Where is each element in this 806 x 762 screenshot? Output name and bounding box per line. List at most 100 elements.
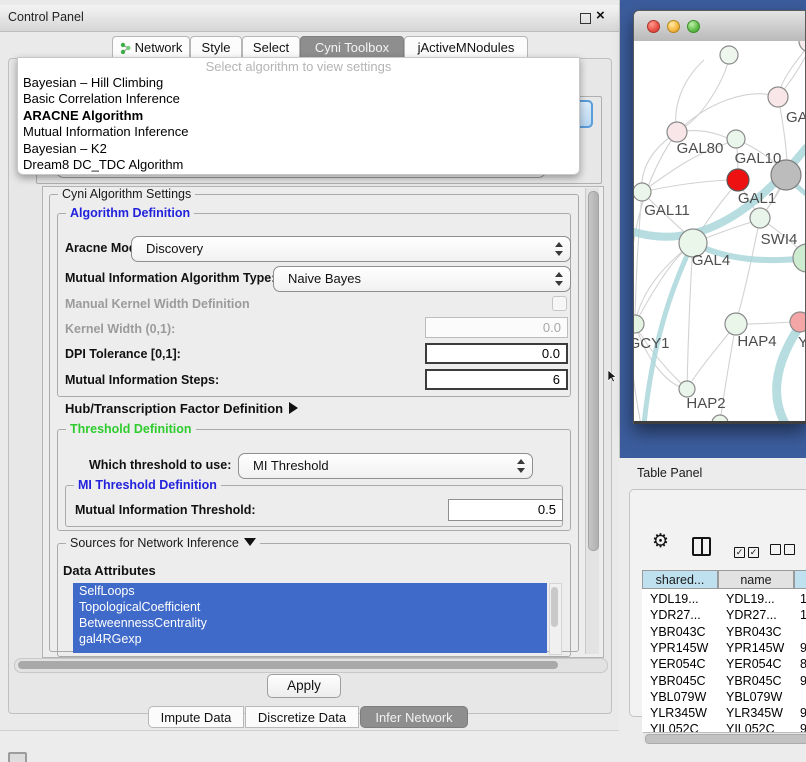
column-layout-icon[interactable]	[692, 537, 711, 556]
mi-threshold-title: MI Threshold Definition	[74, 478, 221, 492]
algorithm-option[interactable]: Bayesian – K2	[18, 141, 579, 157]
table-row[interactable]: YDR27... YDR27... 12	[642, 607, 806, 623]
tab-cyni-toolbox[interactable]: Cyni Toolbox	[300, 36, 404, 58]
network-node[interactable]	[750, 208, 770, 228]
tab-discretize-data[interactable]: Discretize Data	[245, 706, 359, 728]
network-edge[interactable]	[642, 180, 729, 192]
network-node[interactable]	[720, 46, 738, 64]
table-row[interactable]: YBR045CYBR045C9.	[642, 673, 806, 689]
network-edge[interactable]	[738, 218, 760, 315]
which-threshold-combobox[interactable]: MI Threshold	[238, 453, 533, 479]
table-cell: 9.	[800, 640, 806, 656]
table-cell: YBL079W	[726, 689, 794, 705]
table-column-header[interactable]: A	[794, 570, 806, 589]
data-attribute-item[interactable]: gal4RGexp	[73, 631, 547, 647]
network-edge[interactable]	[780, 44, 805, 90]
close-traffic-light[interactable]	[647, 20, 660, 33]
zoom-traffic-light[interactable]	[687, 20, 700, 33]
kernel-width-field[interactable]: 0.0	[425, 317, 568, 338]
network-canvas[interactable]: GALGAL80GAL10GAL1GAL11SWI4GAL4GCY1HAP4YH…	[634, 41, 805, 421]
network-node-label: HAP4	[737, 333, 776, 350]
table-cell: YDR27...	[726, 607, 794, 623]
table-cell: YBR043C	[726, 624, 794, 640]
table-row[interactable]: YBL079W YBL079W	[642, 689, 806, 705]
network-node[interactable]	[667, 122, 687, 142]
table-cell: YER054C	[726, 656, 794, 672]
network-node-label: SWI4	[761, 231, 798, 248]
data-attribute-item[interactable]: SelfLoops	[73, 583, 547, 599]
tab-jactivemnodules[interactable]: jActiveMNodules	[404, 36, 528, 58]
network-node[interactable]	[634, 183, 651, 201]
table-column-header[interactable]: shared...	[642, 570, 718, 589]
algorithm-dropdown-placeholder: Select algorithm to view settings	[18, 58, 579, 75]
network-node[interactable]	[799, 41, 805, 52]
settings-horizontal-scrollbar[interactable]	[14, 658, 608, 673]
table-row[interactable]: YBR043CYBR043C	[642, 624, 806, 640]
apply-button[interactable]: Apply	[267, 674, 341, 698]
network-edge[interactable]	[686, 60, 729, 126]
network-edge[interactable]	[677, 94, 772, 132]
dock-mini-icon[interactable]	[8, 752, 27, 762]
control-panel-titlebar[interactable]: Control Panel ×	[0, 5, 619, 32]
network-node[interactable]	[727, 169, 749, 191]
algorithm-option[interactable]: Mutual Information Inference	[18, 124, 579, 140]
table-cell: 9.	[800, 673, 806, 689]
network-node[interactable]	[634, 315, 644, 333]
table-horizontal-scrollbar[interactable]	[643, 732, 806, 744]
table-row[interactable]: YPR145WYPR145W9.	[642, 640, 806, 656]
network-node[interactable]	[793, 244, 805, 272]
mi-steps-field[interactable]: 6	[425, 369, 568, 390]
table-cell: 12	[800, 607, 806, 623]
network-node[interactable]	[727, 130, 745, 148]
cyni-settings-scrollpane: Cyni Algorithm Settings Algorithm Defini…	[42, 186, 604, 658]
table-row[interactable]: YLR345WYLR345W9.	[642, 705, 806, 721]
algorithm-option[interactable]: Basic Correlation Inference	[18, 91, 579, 107]
network-window-titlebar[interactable]	[634, 11, 805, 43]
algorithm-option[interactable]: ARACNE Algorithm	[18, 108, 579, 124]
tab-impute-data[interactable]: Impute Data	[148, 706, 244, 728]
dpi-tolerance-field[interactable]: 0.0	[425, 343, 568, 364]
stepper-icon	[516, 459, 525, 473]
table-cell: YBL079W	[650, 689, 718, 705]
sources-title[interactable]: Sources for Network Inference	[66, 536, 260, 550]
network-node[interactable]	[768, 87, 788, 107]
minimize-traffic-light[interactable]	[667, 20, 680, 33]
data-attribute-item[interactable]: TopologicalCoefficient	[73, 599, 547, 615]
deselect-all-checkboxes-icon[interactable]	[770, 542, 806, 560]
aracne-mode-combobox[interactable]: Discovery	[131, 236, 571, 262]
data-attribute-item[interactable]: BetweennessCentrality	[73, 615, 547, 631]
network-node-label: GAL	[786, 109, 805, 126]
table-row[interactable]: YDL19...YDL19...13	[642, 591, 806, 607]
attributes-list-scrollbar[interactable]	[549, 583, 562, 655]
network-node[interactable]	[790, 312, 805, 332]
mi-threshold-field[interactable]: 0.5	[448, 499, 563, 521]
select-all-checkboxes-icon[interactable]: ✓✓	[734, 542, 774, 560]
control-panel-title: Control Panel	[8, 10, 84, 24]
algorithm-dropdown-popup: Select algorithm to view settings Bayesi…	[17, 57, 580, 175]
table-column-header[interactable]: name	[718, 570, 794, 589]
manual-kernel-width-checkbox[interactable]	[552, 296, 567, 311]
expand-right-icon	[289, 402, 298, 414]
tab-select[interactable]: Select	[242, 36, 300, 58]
float-window-icon[interactable]	[580, 13, 591, 24]
settings-vertical-scrollbar[interactable]	[585, 188, 599, 654]
tab-infer-network[interactable]: Infer Network	[360, 706, 468, 728]
tab-style[interactable]: Style	[190, 36, 242, 58]
algorithm-option[interactable]: Bayesian – Hill Climbing	[18, 75, 579, 91]
control-panel-window: Control Panel × Network Style Select Cyn…	[0, 0, 620, 731]
table-row[interactable]: YER054CYER054C8.	[642, 656, 806, 672]
hub-definition-toggle[interactable]: Hub/Transcription Factor Definition	[65, 401, 298, 416]
network-edge[interactable]	[634, 132, 677, 421]
gear-icon[interactable]: ⚙	[652, 530, 669, 553]
tab-network[interactable]: Network	[112, 36, 190, 58]
network-node[interactable]	[725, 313, 747, 335]
algorithm-option[interactable]: Dream8 DC_TDC Algorithm	[18, 157, 579, 173]
network-node-label: Y	[798, 334, 805, 351]
network-edge[interactable]	[635, 192, 642, 316]
table-cell: YDR27...	[650, 607, 718, 623]
table-panel-title: Table Panel	[637, 466, 702, 480]
table-cell: 9.	[800, 705, 806, 721]
mi-algorithm-type-combobox[interactable]: Naive Bayes	[273, 266, 571, 292]
table-row[interactable]: YIL052CYIL052C9.	[642, 721, 806, 732]
close-icon[interactable]: ×	[596, 7, 605, 24]
